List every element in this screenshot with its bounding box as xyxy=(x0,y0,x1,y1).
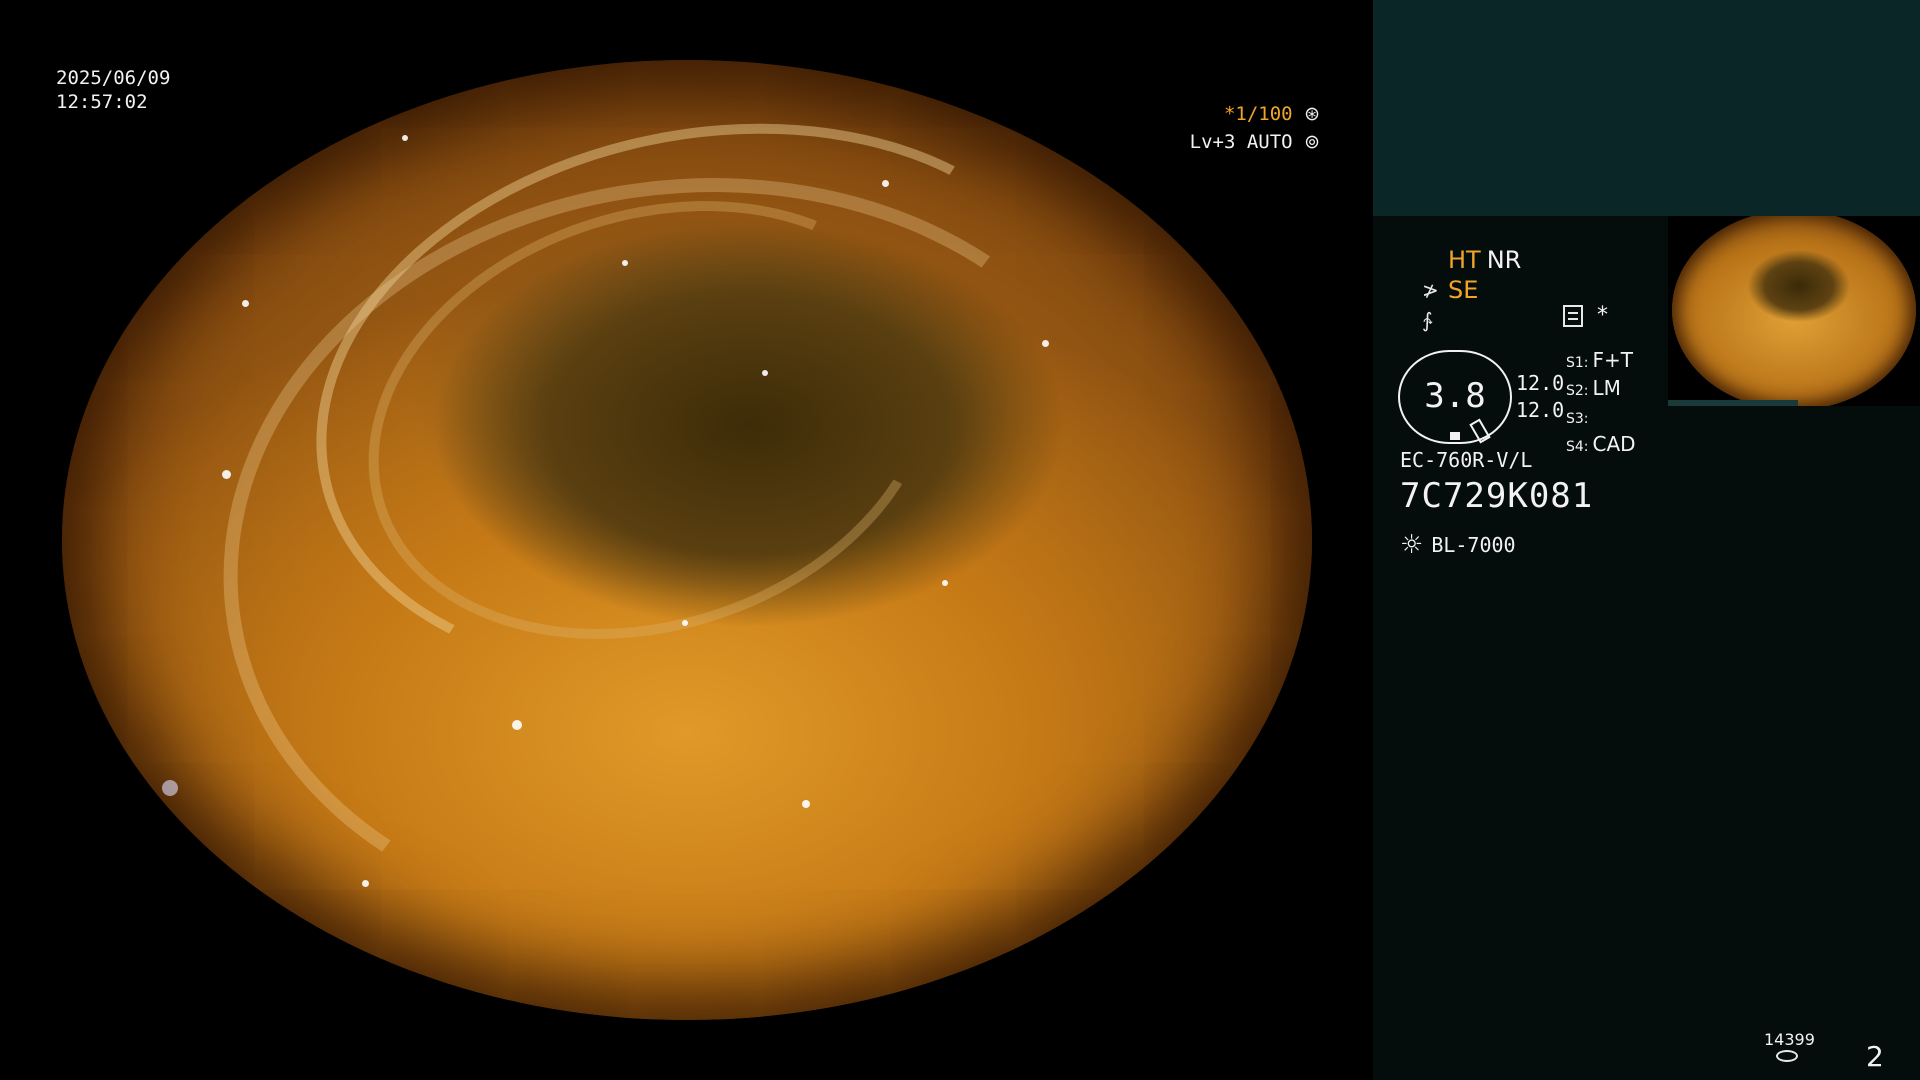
reference-thumbnail[interactable] xyxy=(1668,216,1920,406)
glare-spot xyxy=(292,120,300,128)
aperture-icon: ⊛ xyxy=(1304,103,1320,125)
glare-spot xyxy=(1042,340,1049,347)
gauge-readout-2: 12.0 xyxy=(1516,398,1565,422)
time-label: 12:57:02 xyxy=(56,91,148,113)
mode-se: SE xyxy=(1448,276,1479,304)
document-icon xyxy=(1563,304,1583,327)
glare-spot xyxy=(512,720,522,730)
glare-spot xyxy=(162,780,178,796)
air-gauge: 3.8 xyxy=(1398,350,1512,444)
glare-spot xyxy=(882,180,889,187)
glare-spot xyxy=(362,880,369,887)
date-label: 2025/06/09 xyxy=(56,67,171,89)
freeze-icon: ∱ xyxy=(1422,308,1433,332)
gauge-value: 3.8 xyxy=(1424,376,1486,416)
endoscope-view xyxy=(62,60,1312,1020)
glare-spot xyxy=(762,370,768,376)
glare-spot xyxy=(222,470,231,479)
level-label: Lv+3 AUTO xyxy=(1189,131,1293,153)
shutter-label: *1/100 xyxy=(1223,103,1293,125)
mode-nr: NR xyxy=(1486,246,1522,274)
mode-ht: HT xyxy=(1448,246,1481,274)
page-number: 2 xyxy=(1866,1040,1884,1073)
glare-spot xyxy=(402,135,408,141)
mode-row-2: ≯ SE xyxy=(1422,275,1521,305)
glare-spot xyxy=(682,620,688,626)
star-indicator: * xyxy=(1597,303,1608,328)
light-source-icon: ☼ xyxy=(1400,530,1424,560)
slot-2: S2: LM xyxy=(1566,376,1621,400)
image-counter: 14399 xyxy=(1764,1030,1815,1049)
slot-4: S4: CAD xyxy=(1566,432,1636,456)
panel-top xyxy=(1373,0,1920,216)
switch-slots: S1: F+T S2: LM S3: S4: CAD xyxy=(1566,348,1636,460)
storage-icon xyxy=(1776,1050,1798,1062)
shutter-row: *1/100 ⊛ xyxy=(1190,100,1320,128)
light-source-label: BL-7000 xyxy=(1431,533,1516,557)
thumbnail-bar xyxy=(1668,400,1798,406)
mode-row-3: ∱ xyxy=(1422,305,1521,335)
exposure-info: *1/100 ⊛ Lv+3 AUTO ⊚ xyxy=(1190,100,1320,156)
scope-model: EC-760R-V/L xyxy=(1400,448,1533,472)
scope-serial: 7C729K081 xyxy=(1400,476,1594,516)
slot-1: S1: F+T xyxy=(1566,348,1633,372)
glare-spot xyxy=(622,260,628,266)
gauge-readouts: 12.0 12.0 xyxy=(1516,370,1564,424)
glare-spot xyxy=(242,300,249,307)
slot-3: S3: xyxy=(1566,411,1589,427)
mode-row-1: HT NR xyxy=(1422,245,1521,275)
status-icons: * xyxy=(1563,303,1608,328)
iris-icon: ⊚ xyxy=(1304,131,1320,153)
gauge-mark-icon xyxy=(1450,432,1460,440)
thumbnail-image xyxy=(1672,216,1916,406)
mode-indicators: HT NR ≯ SE ∱ xyxy=(1422,245,1521,335)
gauge-readout-1: 12.0 xyxy=(1516,371,1565,395)
level-row: Lv+3 AUTO ⊚ xyxy=(1190,128,1320,156)
scope-icon: ≯ xyxy=(1422,278,1439,302)
light-source: ☼ BL-7000 xyxy=(1400,530,1516,560)
glare-spot xyxy=(942,580,948,586)
timestamp: 2025/06/09 12:57:02 xyxy=(56,66,170,114)
glare-spot xyxy=(802,800,810,808)
